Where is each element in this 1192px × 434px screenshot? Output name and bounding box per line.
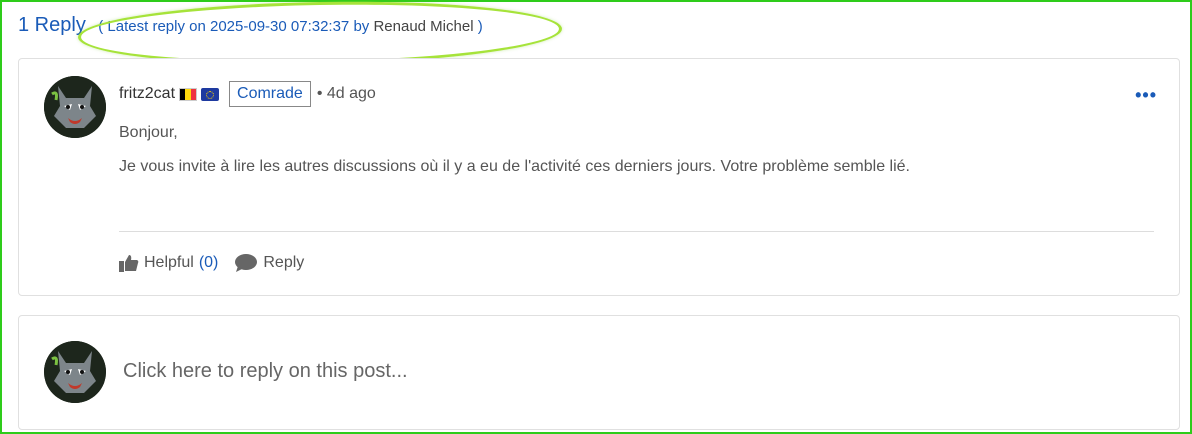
rank-badge: Comrade <box>229 81 311 107</box>
post-paragraph: Je vous invite à lire les autres discuss… <box>119 158 910 176</box>
comment-icon <box>235 254 258 272</box>
avatar <box>44 341 106 403</box>
thumbs-up-icon <box>119 255 139 272</box>
post-actions: Helpful (0) Reply <box>119 253 304 273</box>
post-time: • 4d ago <box>316 85 376 102</box>
reply-prompt[interactable]: Click here to reply on this post... <box>123 360 408 383</box>
belgium-flag-icon <box>179 87 198 101</box>
post-paragraph: Bonjour, <box>119 124 178 141</box>
post-body: Bonjour, Je vous invite à lire les autre… <box>119 123 1149 191</box>
helpful-count[interactable]: (0) <box>199 254 219 272</box>
wolf-avatar-icon <box>44 76 106 138</box>
reply-label: Reply <box>263 254 305 271</box>
eu-flag-icon <box>201 87 220 101</box>
more-dots-icon[interactable]: ••• <box>1135 85 1157 106</box>
reply-composer[interactable]: Click here to reply on this post... <box>18 315 1180 430</box>
helpful-button[interactable]: Helpful (0) <box>119 254 218 272</box>
author-name[interactable]: fritz2cat <box>119 85 175 103</box>
reply-count: 1 Reply <box>18 14 86 36</box>
wolf-avatar-icon <box>44 341 106 403</box>
avatar[interactable] <box>44 76 106 138</box>
reply-card: fritz2cat Comrade • 4d ago ••• Bonjour, … <box>18 58 1180 296</box>
helpful-label: Helpful <box>144 254 194 271</box>
author-line: fritz2cat Comrade • 4d ago <box>119 81 376 107</box>
divider <box>119 231 1154 232</box>
reply-button[interactable]: Reply <box>234 253 304 273</box>
